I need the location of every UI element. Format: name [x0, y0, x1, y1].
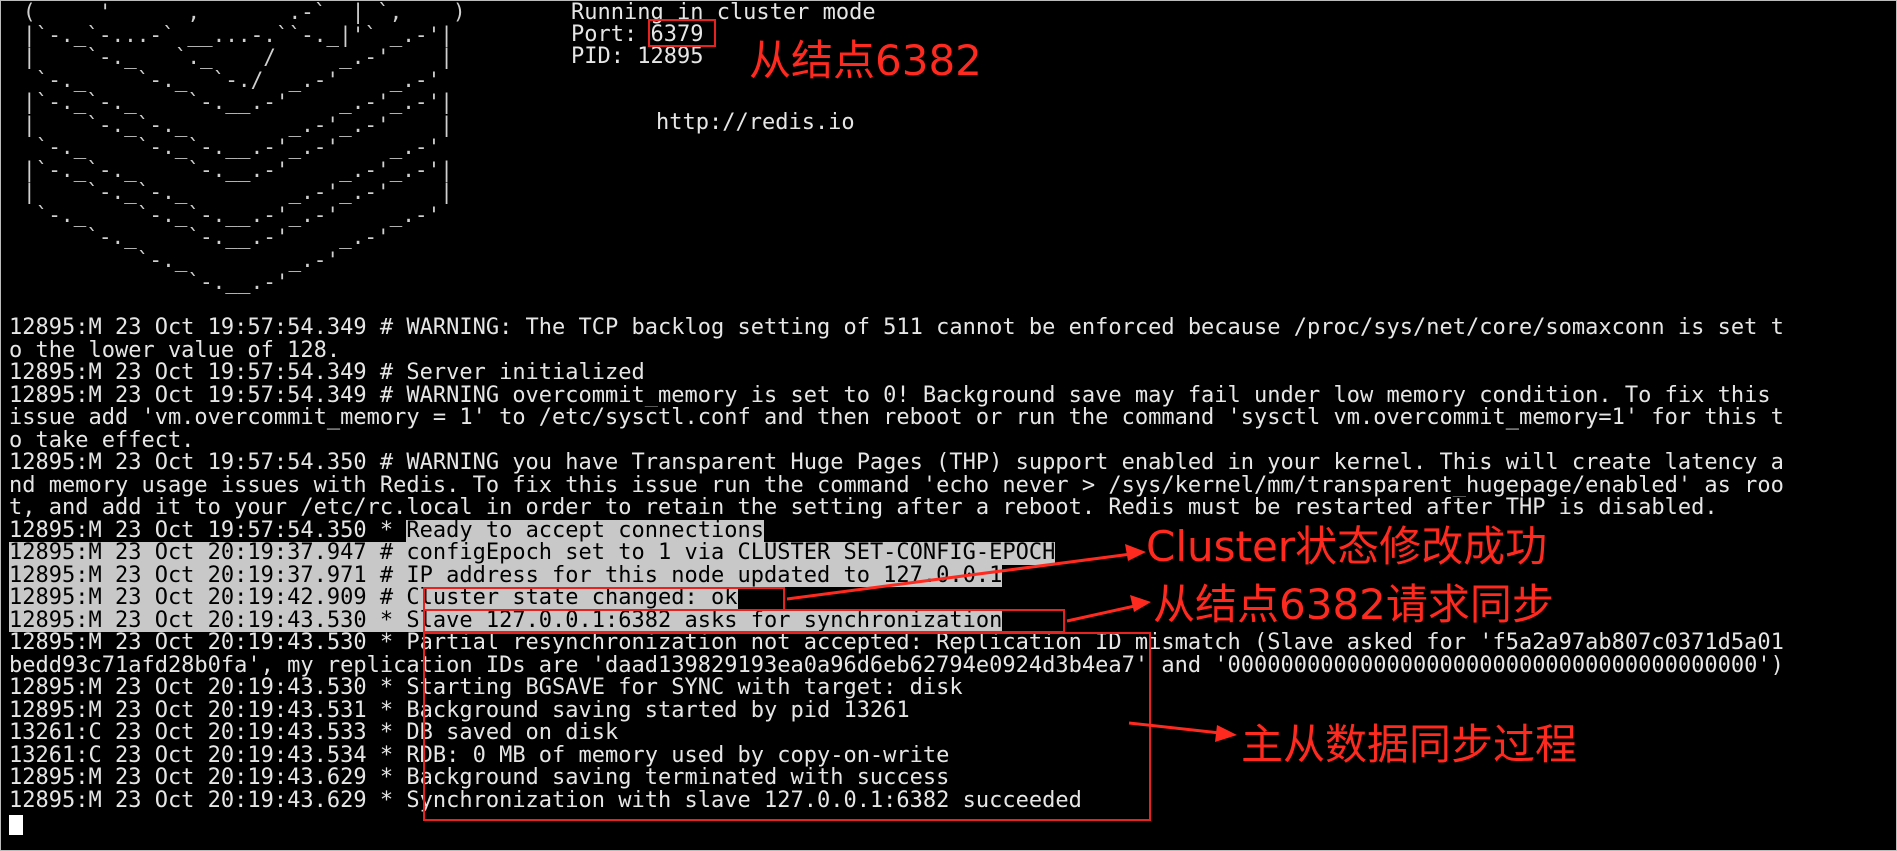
arrow-sync-request-head — [1130, 595, 1151, 612]
arrow-cluster-ok-head — [1125, 544, 1146, 561]
arrow-sync-process — [1128, 721, 1230, 736]
arrow-cluster-ok — [786, 551, 1140, 601]
terminal-window[interactable]: ( ' , .-` | `, ) |`-._`-...-` __...-.``-.… — [0, 0, 1897, 851]
annotation-arrows — [786, 544, 1237, 742]
arrow-sync-process-head — [1215, 725, 1237, 742]
arrow-sync-request — [1066, 602, 1145, 623]
